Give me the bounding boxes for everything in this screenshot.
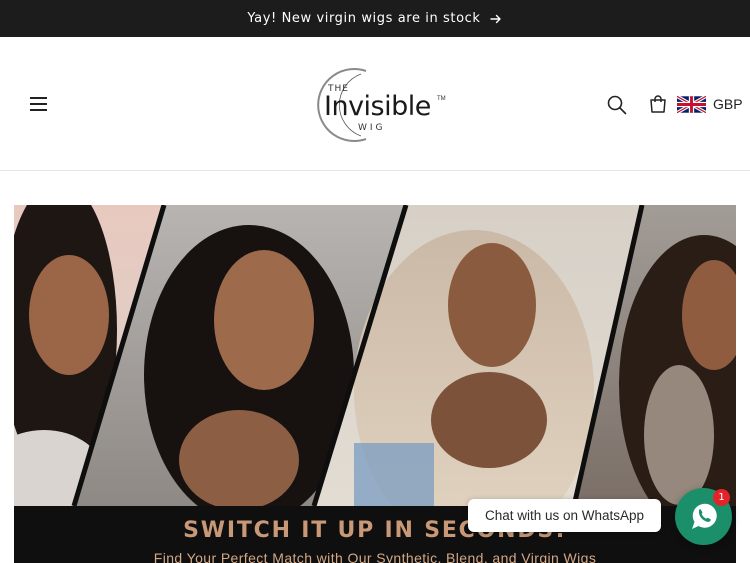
logo-tm-text: TM [437, 96, 446, 102]
notification-badge: 1 [713, 489, 730, 506]
menu-button[interactable] [26, 93, 52, 115]
logo-name-text: Invisible [324, 91, 431, 122]
cart-icon [650, 95, 666, 113]
logo-wig-text: WIG [358, 123, 386, 133]
announcement-text[interactable]: Yay! New virgin wigs are in stock [247, 11, 480, 26]
hamburger-menu-icon [30, 97, 47, 99]
announcement-bar[interactable]: Yay! New virgin wigs are in stock [0, 0, 750, 37]
hero-image [14, 205, 736, 506]
site-logo[interactable]: THE Invisible TM WIG [306, 65, 450, 145]
hero-subtitle: Find Your Perfect Match with Our Synthet… [153, 550, 597, 563]
currency-code: GBP [713, 96, 743, 112]
search-button[interactable] [606, 94, 628, 116]
cart-button[interactable] [647, 93, 669, 115]
uk-flag-icon [677, 95, 706, 113]
arrow-right-icon [489, 14, 501, 23]
whatsapp-chat-label[interactable]: Chat with us on WhatsApp [468, 499, 661, 532]
site-header: THE Invisible TM WIG GBP [0, 37, 750, 171]
currency-selector[interactable]: GBP [677, 94, 743, 114]
search-icon [607, 95, 627, 115]
